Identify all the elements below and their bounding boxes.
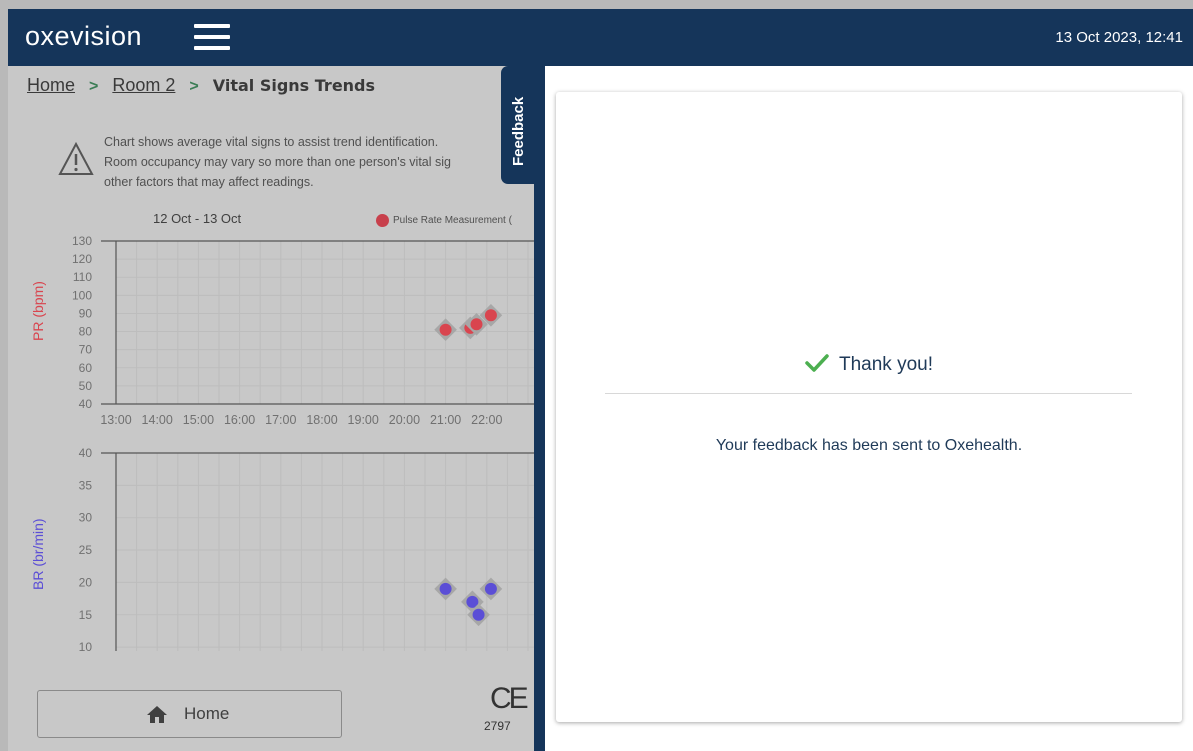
legend-label: Pulse Rate Measurement ( bbox=[393, 215, 512, 226]
x-tick-label: 22:00 bbox=[471, 413, 502, 427]
feedback-tab-label: Feedback bbox=[510, 96, 527, 166]
breadcrumb-separator: > bbox=[89, 78, 99, 95]
y-tick-label: 35 bbox=[79, 478, 93, 492]
y-tick-label: 50 bbox=[79, 379, 93, 393]
pr-chart: 130 120 110 100 90 80 70 60 50 40 13:00 14:00 15:00 1… bbox=[72, 234, 534, 427]
hamburger-menu-icon[interactable] bbox=[194, 24, 230, 52]
divider bbox=[605, 393, 1132, 394]
x-tick-label: 18:00 bbox=[306, 413, 337, 427]
y-tick-label: 10 bbox=[79, 640, 93, 651]
y-tick-label: 120 bbox=[72, 252, 92, 266]
breadcrumb-current: Vital Signs Trends bbox=[212, 76, 376, 95]
thank-you-text: Thank you! bbox=[839, 354, 933, 375]
data-point bbox=[439, 323, 452, 336]
ce-mark: CE bbox=[490, 682, 529, 715]
notice-line: Room occupancy may vary so more than one… bbox=[104, 155, 451, 169]
x-tick-label: 20:00 bbox=[389, 413, 420, 427]
datetime: 13 Oct 2023, 12:41 bbox=[1055, 29, 1183, 46]
y-tick-label: 80 bbox=[79, 325, 93, 339]
notice-text: Chart shows average vital signs to assis… bbox=[104, 132, 534, 192]
data-point bbox=[484, 582, 497, 595]
logo: oxevision bbox=[25, 21, 143, 51]
x-tick-label: 16:00 bbox=[224, 413, 255, 427]
top-bar: oxevision 13 Oct 2023, 12:41 bbox=[8, 9, 1193, 66]
y-tick-label: 70 bbox=[79, 343, 93, 357]
y-tick-label: 60 bbox=[79, 361, 93, 375]
notice-line: other factors that may affect readings. bbox=[104, 175, 314, 189]
data-point bbox=[439, 582, 452, 595]
x-tick-label: 13:00 bbox=[100, 413, 131, 427]
br-chart: 40353025201510613:0014:0015:0016:0017:00… bbox=[79, 446, 534, 651]
x-tick-label: 15:00 bbox=[183, 413, 214, 427]
y-tick-label: 20 bbox=[79, 575, 93, 589]
feedback-message: Your feedback has been sent to Oxehealth… bbox=[715, 437, 1023, 454]
home-button-label: Home bbox=[184, 704, 230, 723]
breadcrumb-separator: > bbox=[189, 78, 199, 95]
x-tick-label: 21:00 bbox=[430, 413, 461, 427]
warning-triangle-icon bbox=[58, 142, 94, 175]
notice-line: Chart shows average vital signs to assis… bbox=[104, 135, 439, 149]
y-tick-label: 100 bbox=[72, 288, 92, 302]
x-tick-label: 17:00 bbox=[265, 413, 296, 427]
feedback-card: Thank you! Your feedback has been sent t… bbox=[556, 92, 1182, 722]
data-point bbox=[484, 309, 497, 322]
breadcrumb-room-link[interactable]: Room 2 bbox=[112, 75, 175, 95]
date-range-label: 12 Oct - 13 Oct bbox=[153, 211, 242, 226]
home-button[interactable]: Home bbox=[37, 690, 342, 738]
app-window: oxevision 13 Oct 2023, 12:41 Home > Room 2… bbox=[8, 9, 1193, 751]
y-tick-label: 40 bbox=[79, 397, 93, 411]
breadcrumb-home-link[interactable]: Home bbox=[27, 75, 75, 95]
y-tick-label: 15 bbox=[79, 608, 93, 622]
y-tick-label: 40 bbox=[79, 446, 93, 460]
thank-you-heading: Thank you! bbox=[556, 354, 1182, 376]
data-point bbox=[470, 318, 483, 331]
vital-signs-page: Home > Room 2 > Vital Signs Trends Chart sho… bbox=[8, 66, 534, 751]
data-point bbox=[472, 608, 485, 621]
x-tick-label: 19:00 bbox=[348, 413, 379, 427]
checkmark-icon bbox=[805, 354, 829, 372]
y-tick-label: 30 bbox=[79, 511, 93, 525]
y-tick-label: 25 bbox=[79, 543, 93, 557]
home-icon bbox=[147, 706, 167, 723]
y-tick-label: 110 bbox=[73, 270, 92, 284]
ce-number: 2797 bbox=[484, 719, 511, 733]
y-tick-label: 130 bbox=[72, 234, 92, 248]
y-tick-label: 90 bbox=[79, 306, 93, 320]
feedback-panel: Thank you! Your feedback has been sent t… bbox=[545, 66, 1193, 751]
breadcrumb: Home > Room 2 > Vital Signs Trends bbox=[27, 75, 375, 96]
feedback-rail bbox=[534, 66, 545, 751]
x-tick-label: 14:00 bbox=[142, 413, 173, 427]
feedback-tab[interactable]: Feedback bbox=[501, 66, 537, 184]
